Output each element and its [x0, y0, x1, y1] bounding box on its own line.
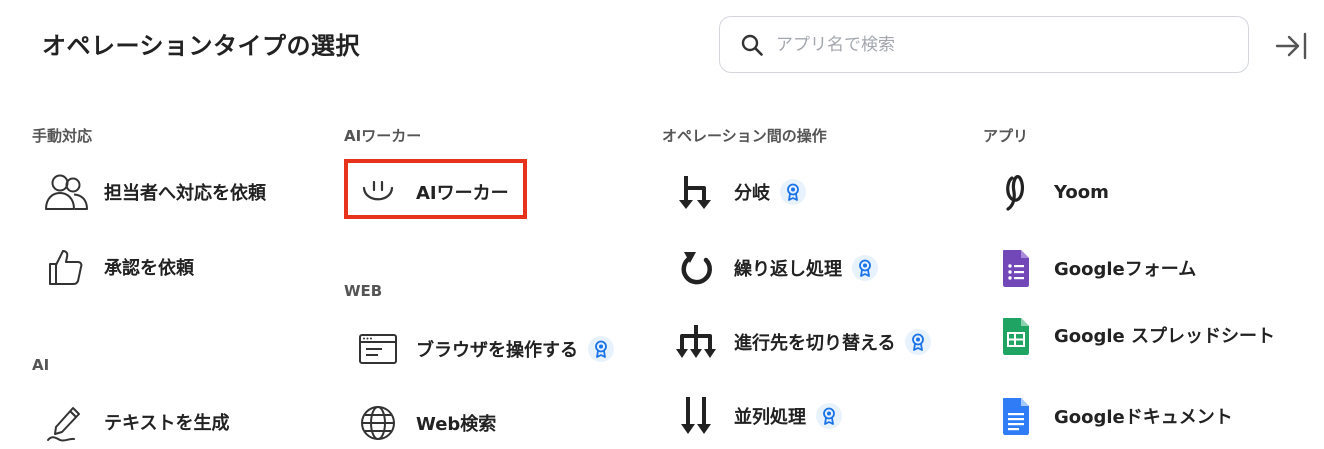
option-branch[interactable]: 分岐 [672, 166, 806, 218]
people-icon [42, 168, 90, 216]
option-label: 並列処理 [734, 407, 806, 428]
section-heading-apps: アプリ [983, 127, 1029, 145]
browser-window-icon [354, 325, 402, 373]
option-parallel[interactable]: 並列処理 [672, 390, 842, 442]
option-label: 承認を依頼 [104, 258, 194, 279]
premium-badge-icon [588, 336, 614, 362]
option-label: 担当者へ対応を依頼 [104, 183, 266, 204]
google-sheets-icon [992, 312, 1040, 360]
parallel-icon [672, 392, 720, 440]
app-google-forms[interactable]: Googleフォーム [992, 242, 1196, 294]
option-label: Yoom [1054, 181, 1109, 203]
option-generate-text[interactable]: テキストを生成 [42, 396, 229, 448]
loop-icon [672, 244, 720, 292]
option-label: 繰り返し処理 [734, 259, 842, 280]
option-web-search[interactable]: Web検索 [354, 397, 496, 449]
premium-badge-icon [905, 329, 932, 355]
globe-icon [354, 399, 402, 447]
premium-badge-icon [852, 255, 878, 281]
option-switch-route[interactable]: 進行先を切り替える [672, 316, 932, 368]
collapse-panel-icon[interactable] [1274, 30, 1308, 62]
switch-route-icon [672, 318, 720, 366]
search-input[interactable] [774, 29, 1228, 61]
section-heading-manual: 手動対応 [32, 127, 93, 145]
option-request-approval[interactable]: 承認を依頼 [42, 241, 194, 293]
premium-badge-icon [816, 403, 842, 429]
thumbs-up-icon [42, 243, 90, 291]
option-label: Googleドキュメント [1054, 407, 1233, 428]
google-forms-icon [992, 244, 1040, 292]
section-heading-ai: AI [32, 356, 50, 374]
option-label: 分岐 [734, 183, 770, 204]
page-title: オペレーションタイプの選択 [42, 32, 361, 60]
option-label: 進行先を切り替える [734, 333, 896, 354]
option-request-assignee[interactable]: 担当者へ対応を依頼 [42, 166, 266, 218]
option-label: Web検索 [416, 414, 497, 435]
google-docs-icon [992, 392, 1040, 440]
section-heading-web: WEB [344, 282, 383, 300]
premium-badge-icon [780, 179, 806, 205]
selected-option-highlight [344, 159, 527, 219]
option-label: テキストを生成 [104, 413, 230, 434]
app-google-sheets[interactable]: Google スプレッドシート [992, 310, 1275, 362]
option-browser-operation[interactable]: ブラウザを操作する [354, 323, 614, 375]
section-heading-ai-worker: AIワーカー [344, 127, 422, 145]
option-label: ブラウザを操作する [416, 340, 578, 361]
app-yoom[interactable]: Yoom [992, 166, 1109, 218]
yoom-logo-icon [992, 168, 1040, 216]
app-google-docs[interactable]: Googleドキュメント [992, 390, 1233, 442]
option-label: Googleフォーム [1054, 259, 1197, 280]
pen-icon [42, 398, 90, 446]
option-label: Google スプレッドシート [1054, 326, 1276, 347]
search-box[interactable] [719, 16, 1249, 73]
search-icon [741, 34, 763, 56]
branch-icon [672, 168, 720, 216]
option-loop[interactable]: 繰り返し処理 [672, 242, 878, 294]
section-heading-operations: オペレーション間の操作 [662, 127, 827, 145]
